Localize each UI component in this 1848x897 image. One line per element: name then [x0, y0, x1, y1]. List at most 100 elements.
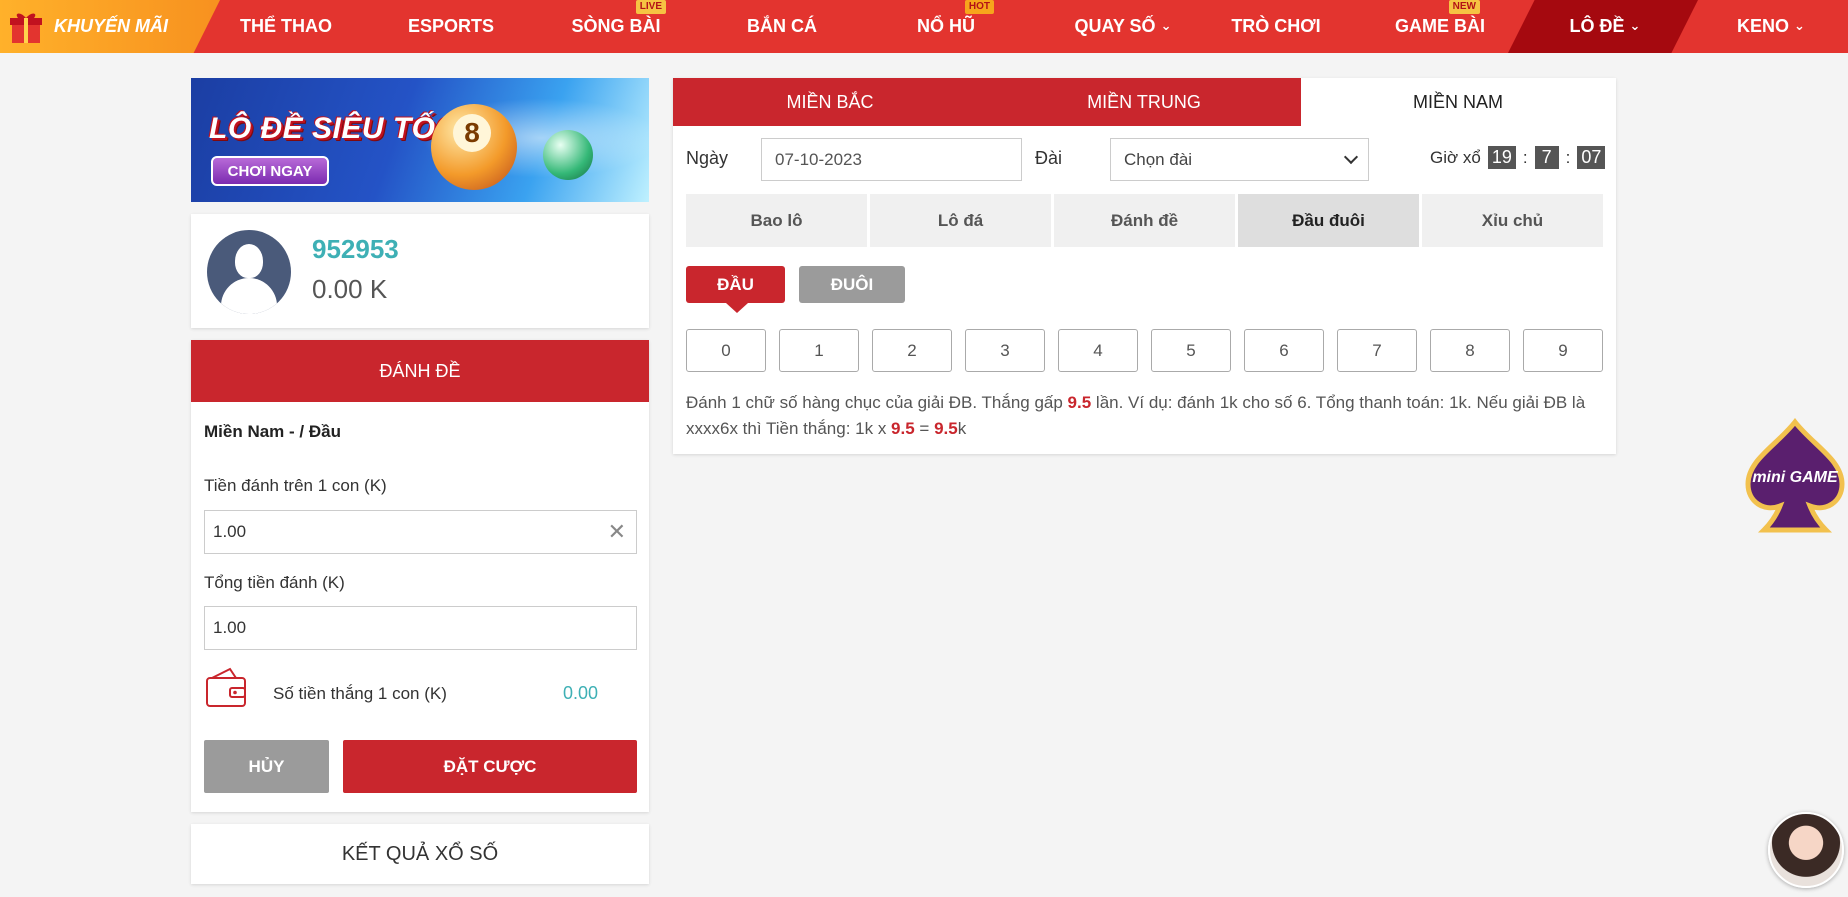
tail-button[interactable]: ĐUÔI: [799, 266, 905, 303]
time-separator: :: [1565, 147, 1571, 167]
nav-item-keno[interactable]: KENO ⌄: [1726, 0, 1816, 53]
digit-1[interactable]: 1: [779, 329, 859, 372]
tab-mien-trung[interactable]: MIỀN TRUNG: [987, 78, 1301, 126]
support-avatar[interactable]: [1768, 812, 1844, 888]
bet-board: MIỀN BẮC MIỀN TRUNG MIỀN NAM Ngày 07-10-…: [673, 78, 1616, 454]
total-value: 1.00: [213, 618, 247, 637]
desc-text: k: [957, 419, 967, 438]
tab-bao-lo[interactable]: Bao lô: [686, 194, 867, 247]
desc-highlight: 9.5: [1067, 393, 1092, 412]
draw-time-label: Giờ xổ: [1430, 147, 1481, 167]
user-balance: 0.00 K: [312, 274, 388, 304]
nav-label: TRÒ CHƠI: [1231, 16, 1321, 36]
draw-time-minutes: 7: [1534, 146, 1559, 169]
live-badge: LIVE: [635, 0, 666, 14]
nav-label: SÒNG BÀI: [571, 16, 661, 36]
digit-picker: 0 1 2 3 4 5 6 7 8 9: [686, 329, 1603, 372]
desc-highlight: 9.5: [891, 419, 915, 438]
tab-xiu-chu[interactable]: Xỉu chủ: [1422, 194, 1603, 247]
mini-game-label: mini GAME: [1752, 469, 1839, 486]
digit-5[interactable]: 5: [1151, 329, 1231, 372]
active-pointer: [726, 303, 748, 313]
digit-0[interactable]: 0: [686, 329, 766, 372]
lottery-ball-icon: 8: [431, 104, 517, 190]
close-icon[interactable]: ✕: [608, 519, 626, 545]
nav-item-lode[interactable]: LÔ ĐỀ ⌄: [1560, 0, 1650, 53]
chevron-down-icon: [1343, 149, 1359, 165]
chevron-down-icon: ⌄: [1794, 17, 1805, 33]
total-stake-label: Tổng tiền đánh (K): [204, 573, 345, 592]
digit-6[interactable]: 6: [1244, 329, 1324, 372]
nav-item-lottery-spin[interactable]: QUAY SỐ ⌄: [1058, 0, 1188, 53]
desc-text: =: [914, 419, 935, 438]
digit-2[interactable]: 2: [872, 329, 952, 372]
ball-number: 8: [453, 114, 491, 152]
digit-3[interactable]: 3: [965, 329, 1045, 372]
banner-title: LÔ ĐỀ SIÊU TỐC: [209, 112, 458, 145]
promo-banner[interactable]: LÔ ĐỀ SIÊU TỐC CHƠI NGAY 8: [191, 78, 649, 202]
digit-8[interactable]: 8: [1430, 329, 1510, 372]
date-input[interactable]: 07-10-2023: [761, 138, 1022, 181]
lottery-results-button[interactable]: KẾT QUẢ XỔ SỐ: [191, 824, 649, 884]
nav-item-esports[interactable]: ESPORTS: [398, 0, 504, 53]
place-bet-button[interactable]: ĐẶT CƯỢC: [343, 740, 637, 793]
nav-label: NỔ HŨ: [917, 16, 975, 36]
tab-lo-da[interactable]: Lô đá: [870, 194, 1051, 247]
desc-text: Đánh 1 chữ số hàng chục của giải ĐB. Thắ…: [686, 393, 1068, 412]
draw-time-hours: 19: [1487, 146, 1516, 169]
user-id: 952953: [312, 234, 399, 264]
nav-label: GAME BÀI: [1395, 16, 1485, 36]
nav-promo-label: KHUYẾN MÃI: [54, 16, 169, 36]
nav-promo[interactable]: KHUYẾN MÃI: [0, 0, 220, 53]
nav-label: KENO: [1737, 16, 1790, 36]
nav-item-fishing[interactable]: BẮN CÁ: [736, 0, 828, 53]
win-per-number-value: 0.00: [563, 683, 599, 703]
nav-label: THỂ THAO: [240, 16, 332, 36]
bet-slip-header: ĐÁNH ĐỀ: [191, 340, 649, 402]
station-select[interactable]: Chọn đài: [1110, 138, 1369, 181]
nav-label: QUAY SỐ: [1074, 16, 1156, 36]
wallet-icon: [206, 667, 246, 707]
stake-value: 1.00: [213, 522, 247, 541]
hot-badge: HOT: [964, 0, 994, 14]
user-card: 952953 0.00 K: [191, 214, 649, 328]
top-navigation: KHUYẾN MÃI THỂ THAO ESPORTS SÒNG BÀI LIV…: [0, 0, 1848, 53]
draw-time-seconds: 07: [1577, 146, 1606, 169]
bet-slip-subtitle: Miền Nam - / Đầu: [204, 422, 341, 441]
total-stake-input[interactable]: 1.00: [204, 606, 637, 650]
nav-item-card-games[interactable]: GAME BÀI NEW: [1394, 0, 1486, 53]
tab-mien-nam[interactable]: MIỀN NAM: [1301, 78, 1615, 126]
region-tabs: MIỀN BẮC MIỀN TRUNG MIỀN NAM: [673, 78, 1616, 126]
tab-mien-bac[interactable]: MIỀN BẮC: [673, 78, 987, 126]
avatar-body: [221, 278, 277, 314]
cancel-button[interactable]: HỦY: [204, 740, 329, 793]
nav-label: ESPORTS: [407, 16, 495, 36]
digit-9[interactable]: 9: [1523, 329, 1603, 372]
stake-per-number-input[interactable]: 1.00 ✕: [204, 510, 637, 554]
nav-label: LÔ ĐỀ: [1569, 16, 1625, 36]
bet-description: Đánh 1 chữ số hàng chục của giải ĐB. Thắ…: [686, 390, 1603, 442]
chevron-down-icon: ⌄: [1629, 17, 1641, 33]
play-now-button[interactable]: CHƠI NGAY: [211, 156, 329, 186]
digit-7[interactable]: 7: [1337, 329, 1417, 372]
bet-slip: ĐÁNH ĐỀ Miền Nam - / Đầu Tiền đánh trên …: [191, 340, 649, 812]
gift-icon: [10, 12, 42, 43]
head-label: ĐẦU: [717, 274, 754, 294]
station-label: Đài: [1035, 148, 1063, 168]
nav-item-slots[interactable]: NỔ HŨ HOT: [908, 0, 994, 53]
tab-danh-de[interactable]: Đánh đề: [1054, 194, 1235, 247]
digit-4[interactable]: 4: [1058, 329, 1138, 372]
nav-item-casino[interactable]: SÒNG BÀI LIVE: [566, 0, 666, 53]
nav-item-games[interactable]: TRÒ CHƠI: [1226, 0, 1326, 53]
nav-label: BẮN CÁ: [747, 16, 817, 36]
nav-item-sports[interactable]: THỂ THAO: [230, 0, 342, 53]
draw-time: Giờ xổ 19 : 7 : 07: [1430, 146, 1608, 169]
avatar: [207, 230, 291, 314]
chevron-down-icon: ⌄: [1160, 17, 1172, 33]
tab-dau-duoi[interactable]: Đầu đuôi: [1238, 194, 1419, 247]
mini-game-icon[interactable]: mini GAME: [1742, 418, 1848, 534]
avatar-head: [235, 244, 263, 278]
bet-type-tabs: Bao lô Lô đá Đánh đề Đầu đuôi Xỉu chủ: [686, 194, 1603, 247]
desc-highlight: 9.5: [934, 419, 958, 438]
head-button[interactable]: ĐẦU: [686, 266, 785, 313]
